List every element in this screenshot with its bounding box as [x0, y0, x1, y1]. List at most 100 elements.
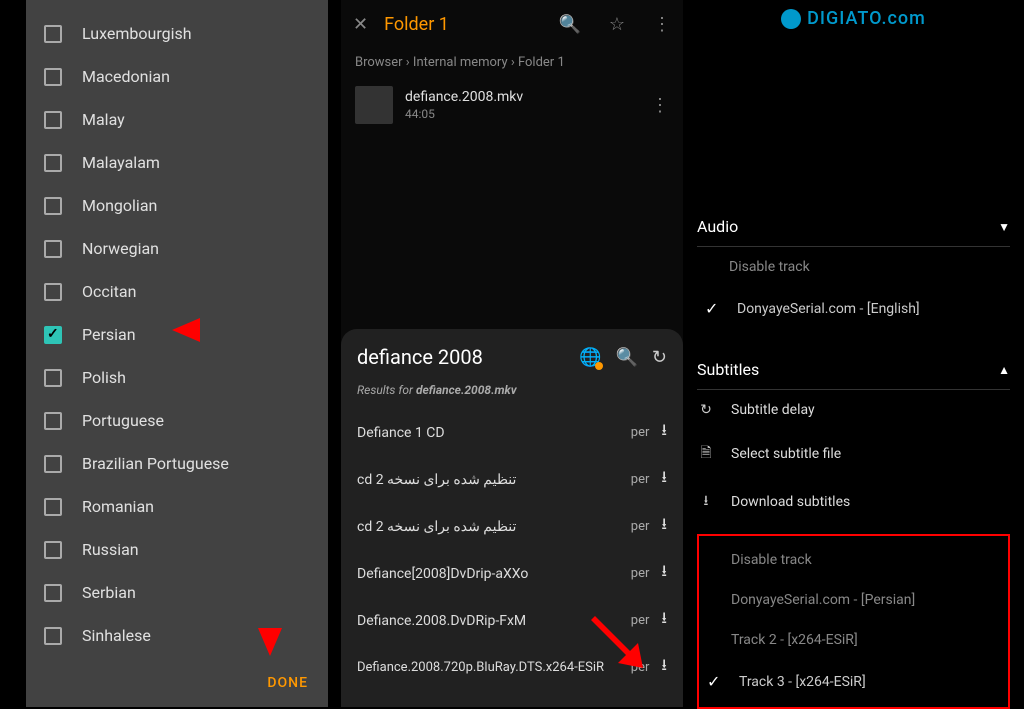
star-icon[interactable]: ☆ — [609, 14, 625, 35]
checkbox-icon[interactable] — [44, 240, 62, 258]
language-label: Serbian — [82, 583, 136, 602]
subtitle-track[interactable]: DonyayeSerial.com - [Persian] — [699, 580, 1008, 620]
checkbox-icon[interactable] — [44, 25, 62, 43]
annotation-arrow-icon — [250, 568, 290, 658]
result-name: Defiance 1 CD — [357, 425, 631, 441]
audio-section: Audio ▼ Disable track ✓DonyayeSerial.com… — [683, 207, 1024, 330]
audio-label: Audio — [697, 217, 738, 236]
checkbox-icon[interactable] — [44, 154, 62, 172]
logo-text: DIGIATO.com — [807, 8, 926, 29]
globe-icon[interactable]: 🌐 — [579, 347, 601, 368]
chevron-up-icon: ▲ — [998, 363, 1010, 377]
language-item[interactable]: Luxembourgish — [26, 12, 328, 55]
more-icon[interactable]: ⋮ — [651, 95, 669, 116]
result-lang: per — [631, 425, 650, 440]
language-item[interactable]: Mongolian — [26, 184, 328, 227]
download-icon[interactable]: ⭳ — [661, 419, 667, 446]
checkbox-icon[interactable] — [44, 498, 62, 516]
checkbox-icon[interactable] — [44, 283, 62, 301]
language-item[interactable]: Brazilian Portuguese — [26, 442, 328, 485]
language-item[interactable]: Polish — [26, 356, 328, 399]
subtitle-result[interactable]: Defiance 1 CDper ⭳ — [357, 409, 667, 456]
language-label: Romanian — [82, 497, 154, 516]
subtitles-header[interactable]: Subtitles ▲ — [697, 350, 1010, 390]
history-icon[interactable]: ↻ — [652, 347, 667, 368]
language-item[interactable]: Malayalam — [26, 141, 328, 184]
language-label: Russian — [82, 540, 139, 559]
logo: DIGIATO.com — [683, 0, 1024, 37]
select-subtitle-file[interactable]: 🗎Select subtitle file — [697, 430, 1010, 478]
subtitle-track[interactable]: Track 2 - [x264-ESiR] — [699, 620, 1008, 660]
language-item[interactable]: Romanian — [26, 485, 328, 528]
subtitle-track-selected[interactable]: ✓Track 3 - [x264-ESiR] — [699, 660, 1008, 703]
language-label: Macedonian — [82, 67, 170, 86]
checkbox-icon[interactable] — [44, 541, 62, 559]
checkbox-icon[interactable] — [44, 455, 62, 473]
checkbox-icon[interactable] — [44, 627, 62, 645]
done-button[interactable]: DONE — [26, 659, 328, 707]
file-row[interactable]: defiance.2008.mkv 44:05 ⋮ — [341, 76, 683, 134]
download-subtitles[interactable]: ⭳Download subtitles — [697, 478, 1010, 526]
chevron-down-icon: ▼ — [998, 220, 1010, 234]
download-icon[interactable]: ⭳ — [661, 607, 667, 634]
checkbox-icon[interactable] — [44, 584, 62, 602]
language-item[interactable]: Russian — [26, 528, 328, 571]
language-panel: Luxembourgish Macedonian Malay Malayalam… — [0, 0, 341, 707]
download-icon[interactable]: ⭳ — [661, 560, 667, 587]
subtitle-result[interactable]: Defiance[2008]DvDrip-aXXoper ⭳ — [357, 550, 667, 597]
language-item[interactable]: Occitan — [26, 270, 328, 313]
language-label: Portuguese — [82, 411, 164, 430]
checkbox-checked-icon[interactable] — [44, 326, 62, 344]
subtitle-result[interactable]: cd تنظیم شده برای نسخه 2per ⭳ — [357, 456, 667, 503]
subtitles-label: Subtitles — [697, 360, 759, 379]
language-label: Malayalam — [82, 153, 160, 172]
folder-title: Folder 1 — [384, 14, 530, 35]
breadcrumb[interactable]: Browser › Internal memory › Folder 1 — [341, 49, 683, 76]
file-icon: 🗎 — [697, 442, 715, 466]
checkbox-icon[interactable] — [44, 369, 62, 387]
search-icon[interactable]: 🔍 — [615, 347, 637, 368]
result-lang: per — [631, 472, 650, 487]
thumbnail — [355, 86, 393, 124]
download-icon[interactable]: ⭳ — [661, 466, 667, 493]
language-item[interactable]: Portuguese — [26, 399, 328, 442]
language-label: Mongolian — [82, 196, 157, 215]
language-label: Occitan — [82, 282, 136, 301]
checkbox-icon[interactable] — [44, 197, 62, 215]
search-query[interactable]: defiance 2008 — [357, 345, 565, 369]
check-icon: ✓ — [707, 672, 723, 691]
annotation-arrow-icon — [170, 310, 260, 350]
checkbox-icon[interactable] — [44, 111, 62, 129]
tracks-panel: DIGIATO.com Audio ▼ Disable track ✓Donya… — [683, 0, 1024, 707]
subtitle-result[interactable]: cd تنظیم شده برای نسخه 2per ⭳ — [357, 503, 667, 550]
language-label: Brazilian Portuguese — [82, 454, 229, 473]
checkbox-icon[interactable] — [44, 68, 62, 86]
audio-track[interactable]: ✓DonyayeSerial.com - [English] — [697, 287, 1010, 330]
subtitle-search-bar: defiance 2008 🌐 🔍 ↻ — [357, 345, 667, 369]
language-item[interactable]: Norwegian — [26, 227, 328, 270]
subtitle-delay[interactable]: ↻Subtitle delay — [697, 390, 1010, 430]
language-item[interactable]: Malay — [26, 98, 328, 141]
download-icon[interactable]: ⭳ — [661, 513, 667, 540]
result-lang: per — [631, 566, 650, 581]
close-icon[interactable]: ✕ — [353, 14, 368, 35]
download-icon[interactable]: ⭳ — [661, 654, 667, 681]
result-name: Defiance[2008]DvDrip-aXXo — [357, 566, 631, 582]
result-name: cd تنظیم شده برای نسخه 2 — [357, 519, 631, 535]
search-icon[interactable]: 🔍 — [558, 14, 580, 35]
subtitle-disable[interactable]: Disable track — [699, 540, 1008, 580]
language-label: Sinhalese — [82, 626, 151, 645]
results-header: Results for defiance.2008.mkv — [357, 383, 667, 397]
logo-icon — [781, 9, 801, 29]
annotation-arrow-icon — [581, 610, 651, 680]
audio-header[interactable]: Audio ▼ — [697, 207, 1010, 247]
result-name: cd تنظیم شده برای نسخه 2 — [357, 472, 631, 488]
browser-header: ✕ Folder 1 🔍 ☆ ⋮ — [341, 0, 683, 49]
result-lang: per — [631, 519, 650, 534]
checkbox-icon[interactable] — [44, 412, 62, 430]
language-item[interactable]: Macedonian — [26, 55, 328, 98]
language-label: Polish — [82, 368, 126, 387]
language-label: Malay — [82, 110, 125, 129]
audio-disable[interactable]: Disable track — [697, 247, 1010, 287]
more-icon[interactable]: ⋮ — [653, 14, 671, 35]
